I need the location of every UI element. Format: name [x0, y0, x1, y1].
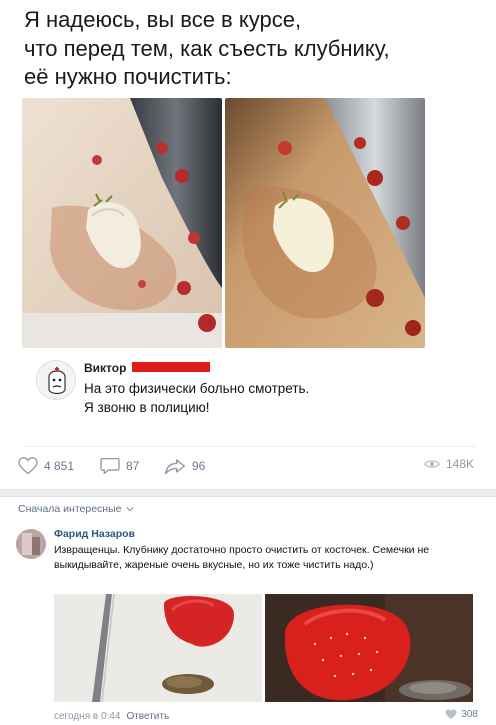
share-button[interactable]: 96	[164, 457, 205, 475]
headline-line-1: Я надеюсь, вы все в курсе,	[24, 7, 302, 32]
section-separator	[0, 489, 496, 497]
headline-line-2: что перед тем, как съесть клубнику,	[24, 35, 390, 61]
reply-button[interactable]: Ответить	[126, 711, 169, 722]
strawberry-seeds-photo	[54, 594, 262, 702]
redacted-surname-bar	[132, 362, 210, 372]
comment-text: Извращенцы. Клубнику достаточно просто о…	[54, 544, 430, 571]
commenter-avatar[interactable]	[16, 529, 46, 559]
eye-icon	[424, 460, 440, 468]
viktor-avatar	[36, 360, 76, 400]
heart-icon	[445, 709, 457, 719]
quote-text: На это физически больно смотреть. Я звон…	[84, 379, 474, 417]
quote-line-2: Я звоню в полицию!	[84, 400, 210, 415]
post-photo-right[interactable]	[225, 98, 425, 348]
quote-author-name: Виктор	[84, 361, 127, 375]
avatar-photo	[16, 529, 46, 559]
share-arrow-icon	[165, 459, 185, 475]
like-count: 4 851	[44, 459, 75, 473]
peeled-strawberry-photo-left	[22, 98, 222, 348]
comments-sort-dropdown[interactable]: Сначала интересные	[18, 503, 134, 515]
share-count: 96	[192, 459, 206, 473]
strawberry-closeup-photo	[265, 594, 473, 702]
comment-button[interactable]: 87	[100, 457, 139, 475]
views-counter: 148K	[424, 457, 474, 471]
heart-icon	[18, 457, 38, 475]
post-headline: Я надеюсь, вы все в курсе, что перед тем…	[24, 6, 484, 92]
post-action-bar: 4 851 87 96 148K	[18, 455, 480, 479]
comment-count: 87	[126, 459, 140, 473]
peeled-strawberry-photo-right	[225, 98, 425, 348]
comment-like-button[interactable]: 308	[445, 709, 478, 720]
like-button[interactable]: 4 851	[18, 457, 74, 475]
comment-photo-2[interactable]	[265, 594, 473, 702]
comment-timestamp: сегодня в 0:44	[54, 711, 121, 722]
headline-line-3: её нужно почистить:	[24, 64, 232, 89]
post-photo-left[interactable]	[22, 98, 222, 348]
comment-photo-1[interactable]	[54, 594, 262, 702]
comment-footer: сегодня в 0:44 Ответить	[54, 711, 169, 722]
post-divider	[22, 446, 476, 447]
comment-author[interactable]: Фарид Назаров	[54, 528, 135, 540]
sort-label: Сначала интересные	[18, 503, 122, 515]
speech-bubble-icon	[100, 457, 120, 475]
comment-like-count: 308	[461, 709, 478, 720]
cartoon-face-icon	[37, 361, 75, 399]
quoted-comment: Виктор На это физически больно смотреть.…	[22, 352, 476, 444]
quote-line-1: На это физически больно смотреть.	[84, 381, 310, 396]
views-count: 148K	[445, 457, 474, 471]
chevron-down-icon	[125, 507, 134, 512]
